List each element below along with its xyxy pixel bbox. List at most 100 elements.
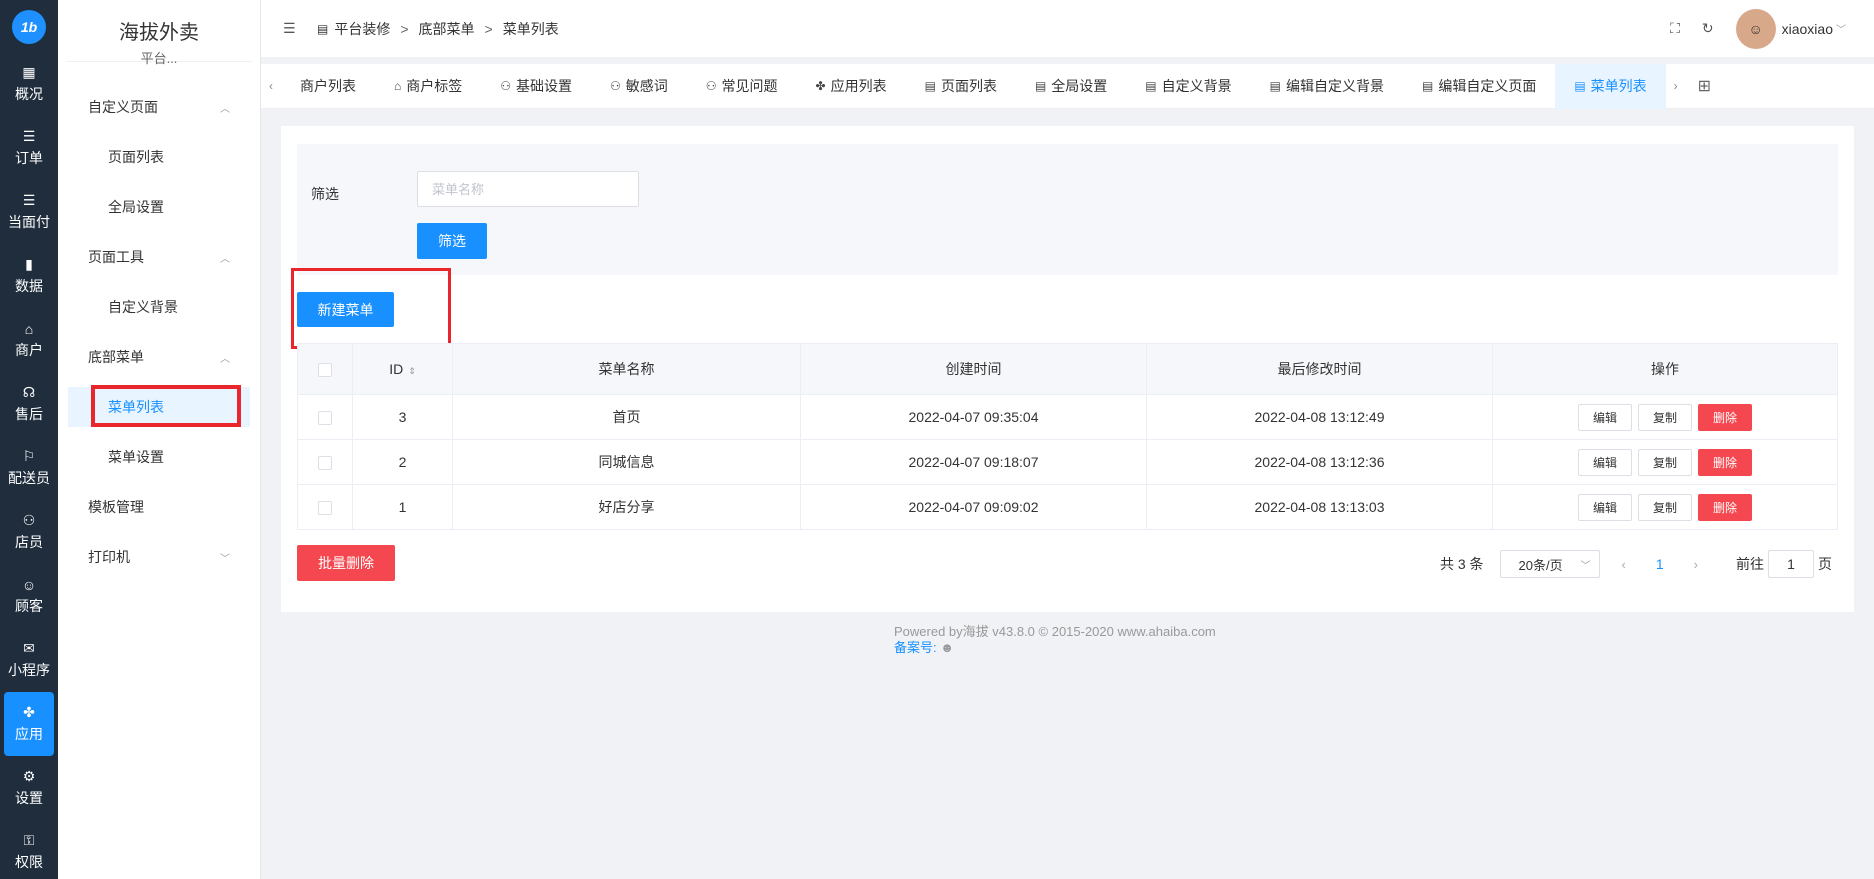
sort-icon[interactable]: ⇕	[408, 366, 416, 376]
rail-item[interactable]: ▮ 数据	[0, 244, 58, 308]
rail-item[interactable]: ⚐ 配送员	[0, 436, 58, 500]
rail-item-label: 权限	[15, 853, 43, 870]
user-gear-icon: ⚇	[610, 79, 621, 93]
copy-button[interactable]: 复制	[1637, 448, 1692, 476]
select-all-checkbox[interactable]	[318, 363, 332, 378]
goto-page-input[interactable]: 1	[1768, 550, 1814, 578]
rail-item[interactable]: ☰ 当面付	[0, 180, 58, 244]
rail-item[interactable]: ✤ 应用	[4, 692, 54, 756]
tab-item[interactable]: ▤ 全局设置	[1016, 64, 1126, 109]
row-checkbox[interactable]	[318, 411, 332, 426]
table-row: 1 好店分享 2022-04-07 09:09:02 2022-04-08 13:13…	[297, 484, 1838, 530]
delete-button[interactable]: 删除	[1698, 448, 1753, 476]
rail-item[interactable]: ⌂ 商户	[0, 308, 58, 372]
row-id: 1	[352, 484, 453, 530]
avatar[interactable]: ☺	[1735, 8, 1776, 49]
tab-item[interactable]: ✤ 应用列表	[797, 64, 906, 109]
next-page-icon[interactable]: ›	[1694, 557, 1698, 572]
tab-bar: ‹ 商户列表 ⌂ 商户标签 ⚇ 基础设置 ⚇ 敏感词 ⚇ 常见问题 ✤ 应用列表 ▤ 页面列表 ▤ 全局设置…	[261, 63, 1874, 109]
fullscreen-icon[interactable]: ⛶	[1670, 20, 1680, 37]
tab-item[interactable]: ⌂ 商户标签	[375, 64, 481, 109]
menu-group-template[interactable]: 模板管理	[58, 482, 260, 532]
edit-button[interactable]: 编辑	[1577, 493, 1632, 521]
tab-item[interactable]: 商户列表	[281, 64, 375, 109]
page-number[interactable]: 1	[1656, 556, 1664, 572]
breadcrumb-item[interactable]: 底部菜单	[419, 19, 475, 39]
grid-icon[interactable]: ⊞	[1698, 76, 1711, 96]
username[interactable]: xiaoxiao	[1782, 21, 1833, 37]
header-right: ⛶ ↻ ☺ xiaoxiao ﹀	[1670, 8, 1846, 49]
menu-table: ID ⇕ 菜单名称 创建时间 最后修改时间 操作 3 首页 2022-04-07 09…	[297, 343, 1838, 530]
rail-item-label: 顾客	[15, 597, 43, 614]
batch-delete-button[interactable]: 批量删除	[297, 545, 395, 581]
row-modified: 2022-04-08 13:12:36	[1146, 439, 1493, 485]
edit-button[interactable]: 编辑	[1577, 448, 1632, 476]
menu-item-global-settings[interactable]: 全局设置	[58, 182, 260, 232]
rail-item[interactable]: ▦ 概况	[0, 52, 58, 116]
rail-item-label: 小程序	[8, 661, 50, 678]
table-row: 2 同城信息 2022-04-07 09:18:07 2022-04-08 13:12…	[297, 439, 1838, 485]
list-icon: ☰	[22, 128, 36, 144]
chevron-right-icon[interactable]: ›	[1666, 79, 1686, 93]
lock-icon: ⚿	[23, 832, 35, 848]
filter-panel: 筛选 筛选	[297, 144, 1838, 275]
copy-button[interactable]: 复制	[1637, 403, 1692, 431]
breadcrumb-item[interactable]: 平台装修	[334, 19, 390, 39]
rail-item[interactable]: ☊ 售后	[0, 372, 58, 436]
menu-group-custom-page[interactable]: 自定义页面 ︿	[58, 82, 260, 132]
rail-item[interactable]: ⚿ 权限	[0, 820, 58, 879]
refresh-icon[interactable]: ↻	[1702, 20, 1714, 37]
tab-label: 应用列表	[830, 78, 887, 94]
police-badge-icon: ☻	[940, 640, 954, 655]
tab-item[interactable]: ▤ 编辑自定义背景	[1251, 64, 1403, 109]
user-gear-icon: ⚇	[500, 79, 512, 93]
copy-button[interactable]: 复制	[1637, 493, 1692, 521]
row-checkbox[interactable]	[318, 501, 332, 516]
rail-item-label: 店员	[15, 533, 43, 550]
tab-label: 自定义背景	[1161, 78, 1232, 94]
chevron-down-icon: ﹀	[220, 553, 230, 565]
tab-item[interactable]: ▤ 菜单列表	[1555, 63, 1666, 109]
delete-button[interactable]: 删除	[1698, 493, 1753, 521]
icp-link[interactable]: 备案号:	[894, 640, 937, 655]
rail-item[interactable]: ☰ 订单	[0, 116, 58, 180]
rail-item[interactable]: ⚇ 店员	[0, 500, 58, 564]
rail-item[interactable]: ✉ 小程序	[0, 628, 58, 692]
fold-menu-icon[interactable]: ☰	[283, 20, 303, 37]
brand-title: 海拔外卖	[119, 22, 199, 44]
user-gear-icon: ⚇	[705, 79, 717, 93]
apps-icon: ✤	[815, 79, 826, 93]
tab-item[interactable]: ⚇ 基础设置	[481, 64, 591, 109]
row-created: 2022-04-07 09:18:07	[800, 439, 1147, 485]
tab-label: 编辑自定义页面	[1438, 78, 1537, 94]
row-checkbox[interactable]	[318, 456, 332, 471]
chevron-down-icon[interactable]: ﹀	[1836, 21, 1846, 36]
new-menu-button[interactable]: 新建菜单	[297, 292, 394, 327]
prev-page-icon[interactable]: ‹	[1622, 557, 1626, 572]
tab-item[interactable]: ▤ 页面列表	[906, 64, 1016, 109]
menu-group-bottom-menu[interactable]: 底部菜单 ︿	[58, 332, 260, 382]
tab-item[interactable]: ⚇ 常见问题	[687, 64, 797, 109]
header-id[interactable]: ID ⇕	[352, 343, 453, 395]
rail-item[interactable]: ☺ 顾客	[0, 564, 58, 628]
menu-item-menu-settings[interactable]: 菜单设置	[58, 432, 260, 482]
menu-name-input[interactable]	[417, 171, 639, 207]
table-row: 3 首页 2022-04-07 09:35:04 2022-04-08 13:12:4…	[297, 394, 1838, 440]
menu-group-printer[interactable]: 打印机 ﹀	[58, 532, 260, 582]
chevron-up-icon: ︿	[220, 253, 230, 265]
menu-item-custom-background[interactable]: 自定义背景	[58, 282, 260, 332]
edit-button[interactable]: 编辑	[1577, 403, 1632, 431]
tab-item[interactable]: ▤ 编辑自定义页面	[1403, 64, 1555, 109]
delete-button[interactable]: 删除	[1698, 403, 1753, 431]
rail-item[interactable]: ⚙ 设置	[0, 756, 58, 820]
chevron-left-icon[interactable]: ‹	[261, 79, 281, 93]
row-id: 3	[352, 394, 453, 440]
server-icon: ▤	[1421, 79, 1434, 93]
tab-item[interactable]: ⚇ 敏感词	[591, 64, 687, 109]
page-size-select[interactable]: 20条/页 ﹀	[1499, 550, 1600, 578]
menu-item-page-list[interactable]: 页面列表	[58, 132, 260, 182]
filter-button[interactable]: 筛选	[417, 223, 487, 259]
rail-item-label: 订单	[15, 149, 43, 166]
tab-item[interactable]: ▤ 自定义背景	[1126, 64, 1250, 109]
menu-group-page-tools[interactable]: 页面工具 ︿	[58, 232, 260, 282]
